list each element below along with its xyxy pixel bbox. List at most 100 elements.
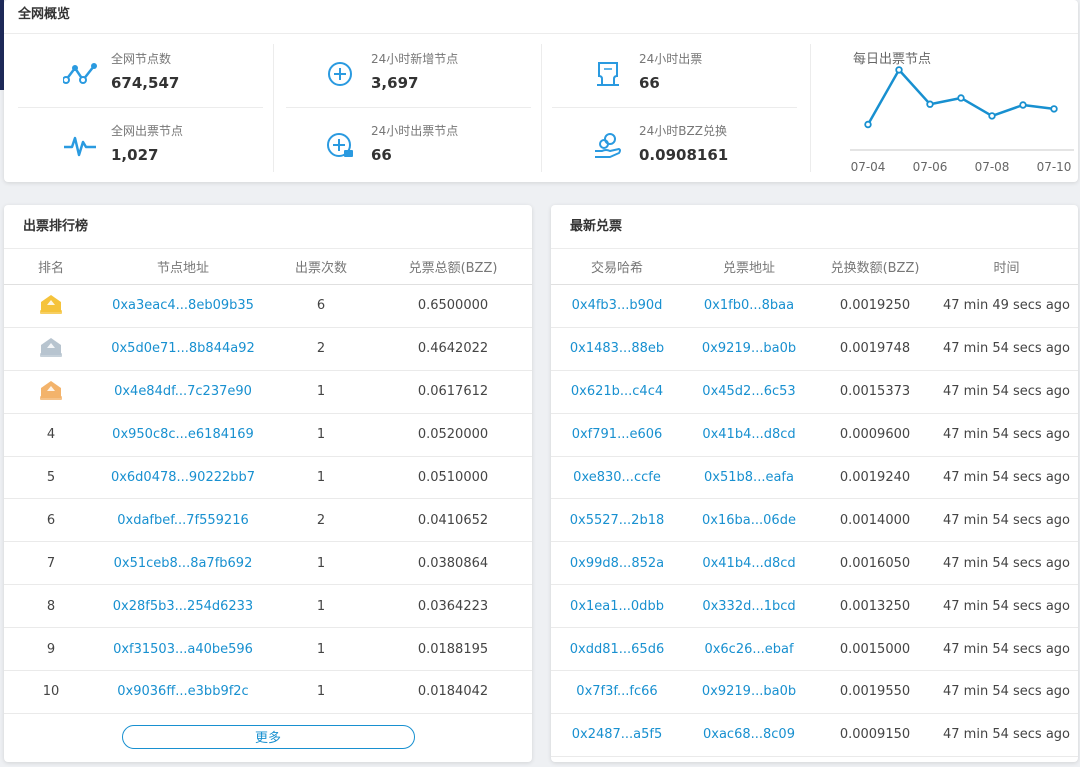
- exchange-amount: 0.0019748: [839, 341, 911, 357]
- stat-value: 0.0908161: [639, 146, 729, 164]
- ranking-row: 4 0x950c8c...e6184169 1 0.0520000: [4, 414, 532, 457]
- exchange-time: 47 min 54 secs ago: [943, 598, 1070, 614]
- exchange-address-link[interactable]: 0x1fb0...8baa: [683, 298, 815, 313]
- exchange-address-link[interactable]: 0x41b4...d8cd: [683, 556, 815, 571]
- tx-hash-link[interactable]: 0x2487...a5f5: [551, 727, 683, 742]
- node-network-icon: [62, 56, 98, 92]
- exchange-address-link[interactable]: 0x9219...ba0b: [683, 341, 815, 356]
- col-header: 交易哈希: [590, 261, 643, 276]
- exchange-address-link[interactable]: 0xac68...8c09: [683, 727, 815, 742]
- exchange-time: 47 min 54 secs ago: [943, 684, 1070, 700]
- data-point: [1050, 105, 1058, 113]
- col-header: 出票次数: [294, 261, 347, 276]
- latest-row: 0xf791...e606 0x41b4...d8cd 0.0009600 47 mi…: [551, 414, 1078, 457]
- exchange-amount: 0.0019550: [839, 684, 911, 700]
- exchange-address-link[interactable]: 0x41b4...d8cd: [683, 427, 815, 442]
- latest-row: 0xdd81...65d6 0x6c26...ebaf 0.0015000 47 mi…: [551, 628, 1078, 672]
- add-circle-icon: [322, 56, 358, 92]
- ranking-row: 0xa3eac4...8eb09b35 6 0.6500000: [4, 285, 532, 328]
- rank-cell: [4, 336, 98, 362]
- tx-hash-link[interactable]: 0x1483...88eb: [551, 341, 683, 356]
- exchange-address-link[interactable]: 0x332d...1bcd: [683, 599, 815, 614]
- exchange-address-link[interactable]: 0x16ba...06de: [683, 513, 815, 528]
- ticket-count: 2: [316, 341, 326, 357]
- ticket-count: 1: [316, 470, 326, 485]
- stat-label: 全网出票节点: [111, 124, 184, 138]
- ticket-count: 1: [316, 427, 326, 443]
- x-tick-label: 07-04: [851, 160, 886, 174]
- tx-hash-link[interactable]: 0x7f3f...fc66: [551, 684, 683, 699]
- tx-hash-link[interactable]: 0x99d8...852a: [551, 556, 683, 571]
- exchange-amount: 0.0019240: [839, 470, 911, 485]
- node-address-link[interactable]: 0x6d0478...90222bb7: [98, 470, 268, 485]
- latest-title: 最新兑票: [551, 205, 1078, 249]
- stat-value: 1,027: [111, 146, 159, 164]
- data-point: [864, 120, 872, 129]
- exchange-time: 47 min 54 secs ago: [943, 512, 1070, 528]
- tx-hash-link[interactable]: 0xf791...e606: [551, 427, 683, 442]
- data-point: [988, 112, 996, 120]
- divider: [552, 107, 797, 108]
- ticket-count: 1: [316, 555, 326, 571]
- divider: [810, 44, 811, 172]
- ranking-row: 5 0x6d0478...90222bb7 1 0.0510000: [4, 457, 532, 500]
- exchange-amount: 0.0015000: [839, 641, 911, 657]
- node-address-link[interactable]: 0x5d0e71...8b844a92: [98, 341, 268, 356]
- stat-value: 66: [371, 146, 392, 164]
- pulse-icon: [62, 128, 98, 164]
- exchange-amount: 0.0014000: [839, 512, 911, 528]
- ranking-row: 10 0x9036ff...e3bb9f2c 1 0.0184042: [4, 671, 532, 714]
- node-address-link[interactable]: 0xdafbef...7f559216: [98, 513, 268, 528]
- exchange-time: 47 min 54 secs ago: [943, 470, 1070, 485]
- data-point: [957, 94, 965, 102]
- latest-row: 0x2487...a5f5 0xac68...8c09 0.0009150 47 mi…: [551, 714, 1078, 757]
- tx-hash-link[interactable]: 0x4fb3...b90d: [551, 298, 683, 313]
- node-address-link[interactable]: 0x51ceb8...8a7fb692: [98, 556, 268, 571]
- more-wrap: 更多: [4, 724, 532, 749]
- exchange-address-link[interactable]: 0x9219...ba0b: [683, 684, 815, 699]
- stat-label: 全网节点数: [111, 52, 172, 66]
- col-header: 排名: [37, 261, 64, 276]
- tx-hash-link[interactable]: 0x621b...c4c4: [551, 384, 683, 399]
- ticket-count: 1: [316, 641, 326, 657]
- stat-label: 24小时出票: [639, 52, 703, 66]
- exchange-amount: 0.0009150: [839, 727, 911, 743]
- divider: [273, 44, 274, 172]
- node-address-link[interactable]: 0xa3eac4...8eb09b35: [98, 298, 268, 313]
- rank-cell: [4, 379, 98, 405]
- col-header: 兑票地址: [722, 261, 775, 276]
- exchange-address-link[interactable]: 0x45d2...6c53: [683, 384, 815, 399]
- ticket-total: 0.0364223: [417, 598, 489, 614]
- ticket-total: 0.4642022: [417, 341, 489, 357]
- stat-ticket-nodes-24h: 24小时出票节点 66: [274, 108, 519, 180]
- node-address-link[interactable]: 0x4e84df...7c237e90: [98, 384, 268, 399]
- silver-medal-icon: [40, 337, 62, 357]
- rank-cell: 10: [42, 684, 60, 700]
- exchange-amount: 0.0013250: [839, 598, 911, 614]
- rank-cell: 6: [46, 512, 56, 528]
- node-address-link[interactable]: 0xf31503...a40be596: [98, 642, 268, 657]
- col-header: 时间: [993, 261, 1020, 276]
- ticket-total: 0.0188195: [417, 641, 489, 657]
- exchange-address-link[interactable]: 0x6c26...ebaf: [683, 642, 815, 657]
- stat-label: 24小时出票节点: [371, 124, 459, 138]
- node-address-link[interactable]: 0x28f5b3...254d6233: [98, 599, 268, 614]
- exchange-time: 47 min 54 secs ago: [943, 641, 1070, 657]
- tx-hash-link[interactable]: 0x1ea1...0dbb: [551, 599, 683, 614]
- exchange-amount: 0.0016050: [839, 555, 911, 571]
- node-address-link[interactable]: 0x9036ff...e3bb9f2c: [98, 684, 268, 699]
- more-button[interactable]: 更多: [121, 724, 415, 749]
- stat-new-nodes-24h: 24小时新增节点 3,697: [274, 36, 519, 108]
- tx-hash-link[interactable]: 0xe830...ccfe: [551, 470, 683, 485]
- tx-hash-link[interactable]: 0x5527...2b18: [551, 513, 683, 528]
- ticket-count: 1: [316, 598, 326, 614]
- latest-row: 0x5527...2b18 0x16ba...06de 0.0014000 47 mi…: [551, 499, 1078, 543]
- chart-title: 每日出票节点: [853, 52, 932, 67]
- exchange-address-link[interactable]: 0x51b8...eafa: [683, 470, 815, 485]
- node-address-link[interactable]: 0x950c8c...e6184169: [98, 427, 268, 442]
- x-tick-label: 07-06: [913, 160, 948, 174]
- chart-svg: 07-04 07-06 07-08 07-10: [850, 66, 1074, 174]
- ranking-row: 0x4e84df...7c237e90 1 0.0617612: [4, 371, 532, 414]
- stat-value: 3,697: [371, 74, 419, 92]
- tx-hash-link[interactable]: 0xdd81...65d6: [551, 642, 683, 657]
